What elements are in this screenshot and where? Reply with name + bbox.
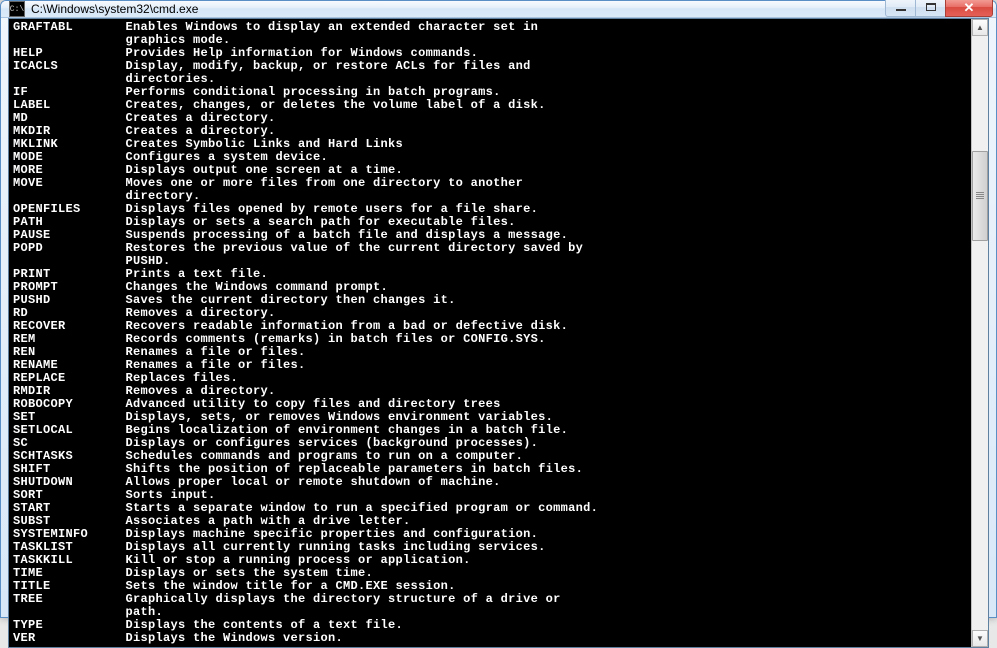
console-output[interactable]: GRAFTABL Enables Windows to display an e…: [9, 19, 971, 647]
window-controls: ✕: [885, 0, 993, 17]
app-window: C:\ C:\Windows\system32\cmd.exe ✕ GRAFTA…: [0, 0, 997, 618]
close-button[interactable]: ✕: [945, 0, 993, 17]
window-title: C:\Windows\system32\cmd.exe: [31, 2, 885, 16]
app-icon[interactable]: C:\: [9, 1, 25, 17]
titlebar[interactable]: C:\ C:\Windows\system32\cmd.exe ✕: [1, 1, 996, 18]
client-area: GRAFTABL Enables Windows to display an e…: [8, 18, 989, 648]
maximize-button[interactable]: [915, 0, 945, 17]
minimize-button[interactable]: [885, 0, 915, 17]
scroll-down-button[interactable]: ▼: [972, 630, 988, 647]
scroll-up-button[interactable]: ▲: [972, 19, 988, 36]
vertical-scrollbar[interactable]: ▲ ▼: [971, 19, 988, 647]
scroll-track[interactable]: [972, 36, 988, 630]
scroll-thumb[interactable]: [972, 151, 988, 241]
